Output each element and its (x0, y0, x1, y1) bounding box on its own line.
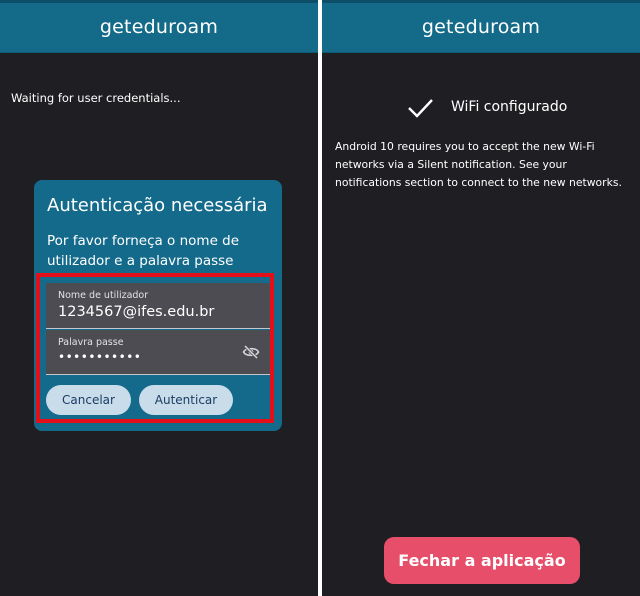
android-note: Android 10 requires you to accept the ne… (335, 140, 622, 189)
authenticate-button[interactable]: Autenticar (139, 385, 233, 415)
username-value[interactable]: 1234567@ifes.edu.br (58, 304, 214, 320)
status-text: Waiting for user credentials... (11, 91, 181, 105)
right-screen: geteduroam (322, 0, 640, 596)
status-bar-edge (322, 0, 640, 3)
password-value[interactable]: ••••••••••• (58, 350, 141, 364)
app-bar: geteduroam (322, 0, 640, 53)
password-field[interactable]: Palavra passe ••••••••••• (46, 330, 270, 375)
cancel-button[interactable]: Cancelar (46, 385, 131, 415)
username-label: Nome de utilizador (58, 290, 149, 301)
app-title: geteduroam (421, 16, 541, 38)
app-title: geteduroam (99, 16, 219, 38)
username-field[interactable]: Nome de utilizador 1234567@ifes.edu.br (46, 283, 270, 329)
close-app-button[interactable]: Fechar a aplicação (384, 537, 580, 584)
check-icon (408, 99, 433, 118)
eye-off-icon[interactable] (242, 343, 260, 361)
status-bar-edge (0, 0, 318, 3)
app-bar: geteduroam (0, 0, 318, 53)
wifi-status-text: WiFi configurado (451, 99, 568, 115)
password-label: Palavra passe (58, 337, 124, 348)
dialog-message: Por favor forneça o nome de utilizador e… (47, 233, 240, 269)
dialog-title: Autenticação necessária (47, 195, 268, 216)
